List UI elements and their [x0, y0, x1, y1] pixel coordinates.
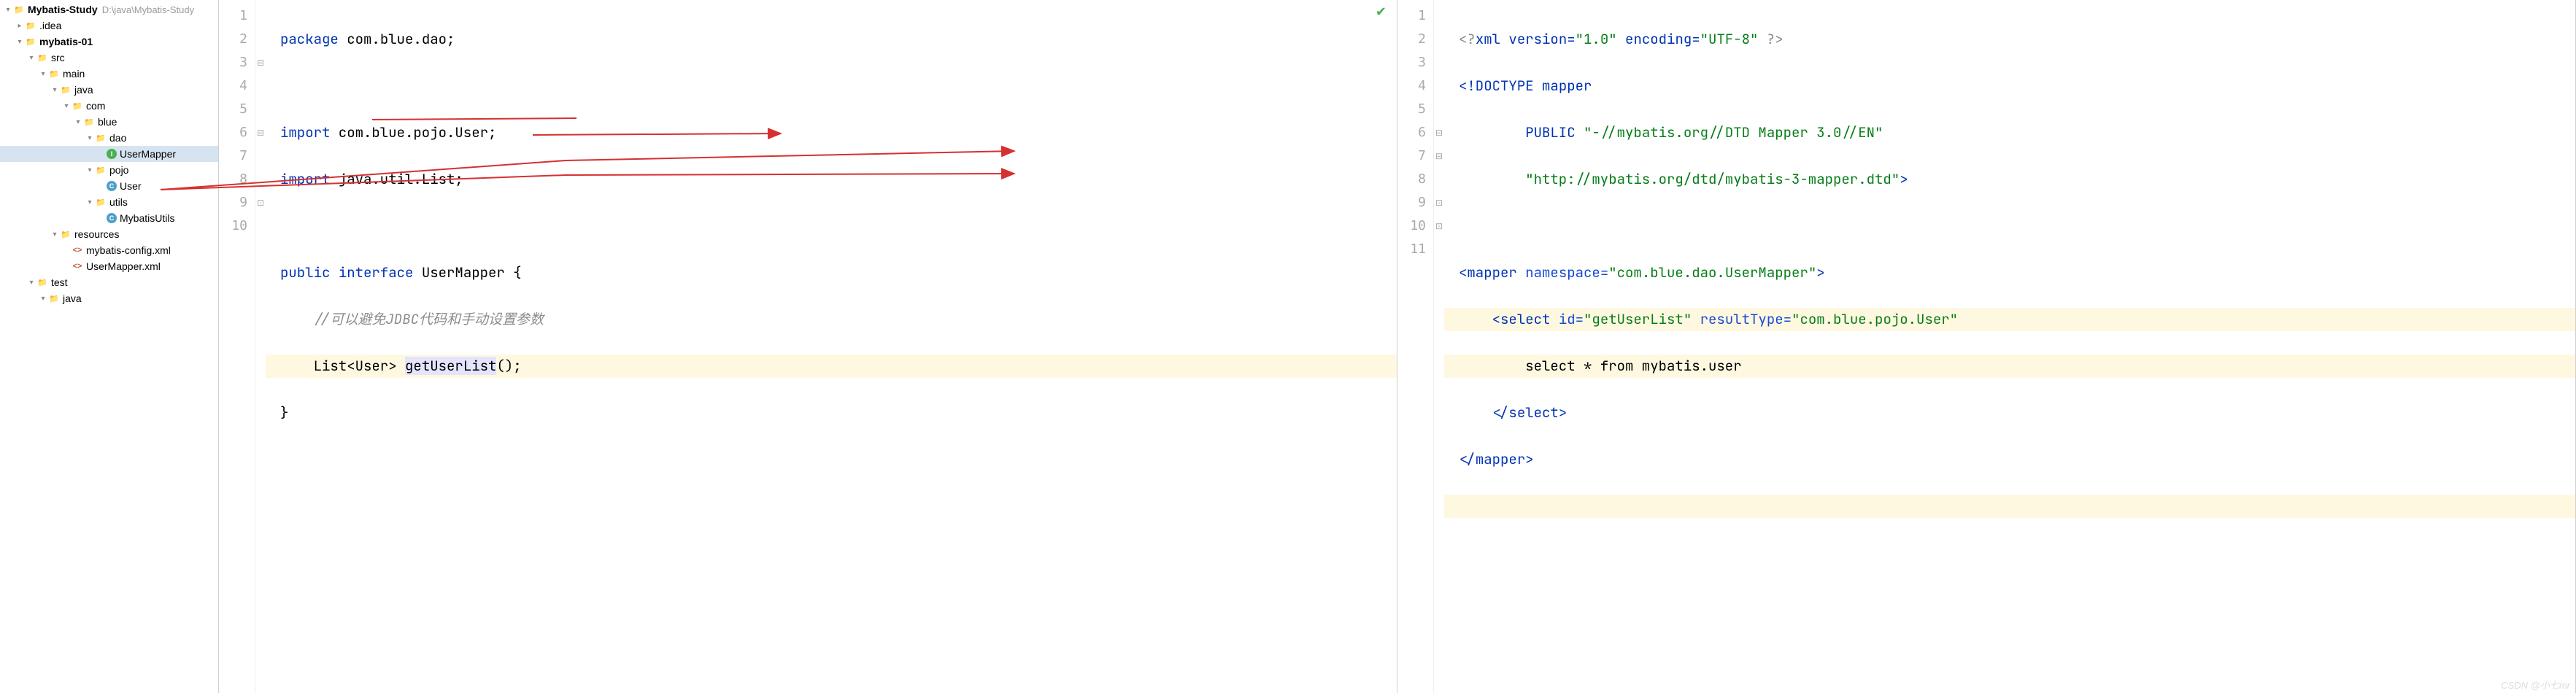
tree-label: blue [98, 116, 117, 128]
tree-label: pojo [109, 164, 128, 176]
chevron-icon[interactable]: ▾ [85, 198, 95, 206]
folder-icon: 📁 [13, 4, 25, 15]
method-getUserList: getUserList [405, 357, 496, 375]
tree-item-blue[interactable]: ▾📁blue [0, 114, 218, 130]
tree-label: src [51, 52, 65, 63]
tree-item-pojo[interactable]: ▾📁pojo [0, 162, 218, 178]
editors-split: ✔ 12345678910 ⊟ ⊟⊡ package com.blue.dao;… [219, 0, 2576, 693]
chevron-icon[interactable]: ▾ [38, 70, 48, 78]
tree-label: java [74, 84, 93, 96]
tree-label: mybatis-config.xml [86, 244, 171, 256]
tree-item-mybatisutils[interactable]: CMybatisUtils [0, 210, 218, 226]
comment: //可以避免JDBC代码和手动设置参数 [314, 310, 544, 328]
editor-xml[interactable]: 1234567891011 ⊟⊟⊡⊡ <?xml version="1.0" e… [1397, 0, 2576, 693]
code-java[interactable]: package com.blue.dao; import com.blue.po… [266, 0, 1397, 693]
chevron-icon[interactable]: ▾ [38, 295, 48, 303]
kw-import: import [280, 170, 330, 188]
tree-root-path: D:\java\Mybatis-Study [102, 4, 194, 15]
chevron-icon[interactable]: ▾ [50, 86, 60, 94]
tree-label: utils [109, 196, 128, 208]
tree-item-main[interactable]: ▾📁main [0, 66, 218, 82]
tree-root[interactable]: ▾ 📁 Mybatis-Study D:\java\Mybatis-Study [0, 1, 218, 18]
tree-item-resources[interactable]: ▾📁resources [0, 226, 218, 242]
project-tree[interactable]: ▾ 📁 Mybatis-Study D:\java\Mybatis-Study … [0, 0, 219, 693]
tree-label: mybatis-01 [39, 36, 93, 47]
tree-label: UserMapper [120, 148, 176, 160]
gutter-left: 12345678910 [219, 0, 255, 693]
chevron-icon[interactable]: ▾ [50, 231, 60, 239]
tree-item-test[interactable]: ▾📁test [0, 274, 218, 290]
tree-item-mybatis-config-xml[interactable]: <>mybatis-config.xml [0, 242, 218, 258]
gutter-marks-right: ⊟⊟⊡⊡ [1434, 0, 1444, 693]
watermark: CSDN @小七mr [2501, 678, 2570, 692]
tree-label: test [51, 276, 68, 288]
tree-label: User [120, 180, 142, 192]
tree-item-mybatis-01[interactable]: ▾📁mybatis-01 [0, 34, 218, 50]
chevron-icon[interactable]: ▾ [61, 102, 72, 110]
tree-item-user[interactable]: CUser [0, 178, 218, 194]
tree-root-label: Mybatis-Study [28, 4, 98, 15]
tree-item-usermapper[interactable]: IUserMapper [0, 146, 218, 162]
tree-item-java[interactable]: ▾📁java [0, 290, 218, 306]
chevron-icon[interactable]: ▾ [26, 54, 36, 62]
chevron-icon[interactable]: ▾ [73, 118, 83, 126]
kw-import: import [280, 123, 330, 142]
tree-label: UserMapper.xml [86, 260, 161, 272]
tree-item-src[interactable]: ▾📁src [0, 50, 218, 66]
chevron-icon[interactable]: ▾ [85, 134, 95, 142]
editor-java[interactable]: ✔ 12345678910 ⊟ ⊟⊡ package com.blue.dao;… [219, 0, 1397, 693]
tree-item-com[interactable]: ▾📁com [0, 98, 218, 114]
chevron-icon[interactable]: ▾ [26, 279, 36, 287]
code-xml[interactable]: <?xml version="1.0" encoding="UTF-8" ?> … [1444, 0, 2575, 693]
tree-item-utils[interactable]: ▾📁utils [0, 194, 218, 210]
kw-package: package [280, 30, 339, 48]
tree-item-usermapper-xml[interactable]: <>UserMapper.xml [0, 258, 218, 274]
tree-label: .idea [39, 20, 61, 31]
gutter-right: 1234567891011 [1397, 0, 1434, 693]
tree-label: resources [74, 228, 119, 240]
tree-item--idea[interactable]: ▸📁.idea [0, 18, 218, 34]
chevron-icon[interactable]: ▸ [15, 22, 25, 30]
tree-label: MybatisUtils [120, 212, 174, 224]
chevron-down-icon[interactable]: ▾ [3, 6, 13, 14]
tree-label: main [63, 68, 85, 80]
chevron-icon[interactable]: ▾ [15, 38, 25, 46]
tree-item-dao[interactable]: ▾📁dao [0, 130, 218, 146]
tree-label: dao [109, 132, 126, 144]
tree-label: com [86, 100, 105, 112]
tree-item-java[interactable]: ▾📁java [0, 82, 218, 98]
chevron-icon[interactable]: ▾ [85, 166, 95, 174]
gutter-marks-left: ⊟ ⊟⊡ [255, 0, 266, 693]
tree-label: java [63, 293, 82, 304]
